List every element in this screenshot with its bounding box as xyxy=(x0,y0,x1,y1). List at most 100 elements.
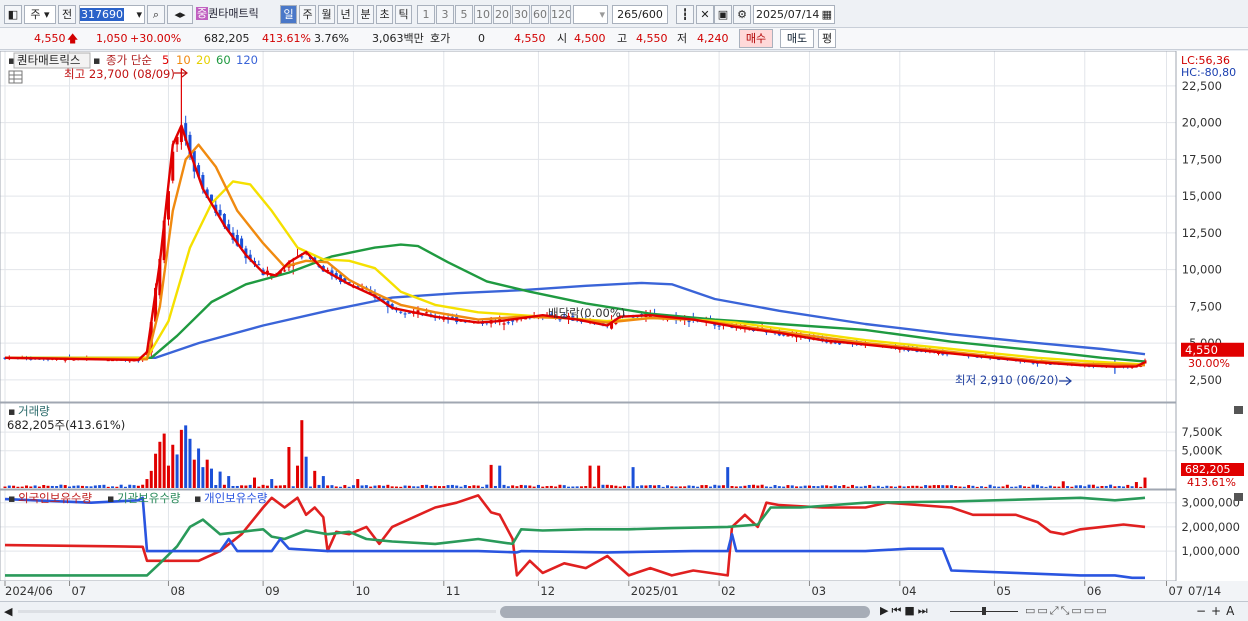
save-icon[interactable]: ▣ xyxy=(714,5,732,24)
volume-bar xyxy=(889,486,893,488)
volume-bar xyxy=(747,484,751,488)
volume-bar xyxy=(55,486,59,488)
scroll-track[interactable] xyxy=(18,610,496,613)
volume-bar xyxy=(68,486,72,488)
square-marker: ▪ xyxy=(93,54,100,67)
stock-code-input[interactable]: 317690 ▾ xyxy=(79,5,145,24)
current-price: 4,550 xyxy=(34,32,66,45)
candle-icon[interactable]: ┇ xyxy=(676,5,694,24)
interval-custom-select[interactable]: ▾ xyxy=(573,5,608,24)
period-tick-tab[interactable]: 틱 xyxy=(395,5,412,24)
volume-bar xyxy=(876,485,880,488)
period-week-tab[interactable]: 주 xyxy=(299,5,316,24)
average-button[interactable]: 평 xyxy=(818,29,836,48)
sell-button[interactable]: 매도 xyxy=(780,29,814,48)
window-menu-icon[interactable]: ◧ xyxy=(4,5,22,24)
interval-20[interactable]: 20 xyxy=(493,5,511,24)
scroll-thumb[interactable] xyxy=(500,606,870,618)
buy-button[interactable]: 매수 xyxy=(739,29,773,48)
x-tick-label: 11 xyxy=(446,584,461,598)
volume-bar xyxy=(579,486,583,488)
volume-bar xyxy=(980,486,984,488)
prev-button[interactable]: 전 xyxy=(58,5,76,24)
x-tick-label: 08 xyxy=(170,584,185,598)
scroll-left-icon[interactable]: ◀ xyxy=(4,605,12,618)
volume-bar xyxy=(1087,484,1091,488)
search-icon[interactable]: ⌕ xyxy=(147,5,165,24)
sound-icon[interactable]: ◂▸ xyxy=(167,5,193,24)
volume-bar xyxy=(313,470,317,488)
market-select[interactable]: 주 ▾ xyxy=(24,5,56,24)
x-tick-label: 03 xyxy=(811,584,826,598)
volume-bar xyxy=(721,485,725,488)
layout-tools-icon[interactable]: ▭▭⤢⤡▭▭▭ xyxy=(1025,604,1109,618)
gear-icon[interactable]: ⚙ xyxy=(733,5,751,24)
volume-bar xyxy=(584,486,588,488)
playback-controls-icon[interactable]: ▶⏮■⏭ xyxy=(880,604,931,618)
interval-60[interactable]: 60 xyxy=(531,5,549,24)
volume-bar xyxy=(364,485,368,488)
price-change-pct: +30.00% xyxy=(130,32,182,45)
stock-code-value: 317690 xyxy=(80,8,124,21)
zoom-slider-handle[interactable] xyxy=(982,607,986,615)
bar-count-input[interactable]: 265/600 xyxy=(612,5,668,24)
candle-body xyxy=(257,264,261,266)
holdings-tick-label: 2,000,000 xyxy=(1181,520,1240,534)
interval-120[interactable]: 120 xyxy=(550,5,571,24)
interval-1[interactable]: 1 xyxy=(417,5,435,24)
volume-bar xyxy=(218,471,222,488)
volume-bar xyxy=(1143,477,1147,488)
volume-bar xyxy=(696,486,700,488)
zoom-buttons-icon[interactable]: −+A xyxy=(1196,604,1239,618)
volume-bar xyxy=(265,485,269,488)
interval-10[interactable]: 10 xyxy=(474,5,492,24)
candle-body xyxy=(399,311,403,313)
period-month-tab[interactable]: 월 xyxy=(318,5,335,24)
volume-bar xyxy=(472,485,476,488)
volume-bar xyxy=(610,485,614,488)
period-minute-tab[interactable]: 분 xyxy=(357,5,374,24)
crosshair-icon[interactable]: ✕ xyxy=(696,5,714,24)
volume-bar xyxy=(407,485,411,488)
market-badge: 중 xyxy=(196,7,209,20)
volume-bar xyxy=(59,484,63,488)
price-tick-label: 2,500 xyxy=(1189,373,1222,387)
volume-bar xyxy=(558,484,562,488)
volume-bar xyxy=(321,476,325,488)
volume-bar xyxy=(1066,486,1070,488)
volume-bar xyxy=(420,485,424,488)
volume-bar xyxy=(476,485,480,488)
volume-bar xyxy=(373,485,377,488)
last-volume-pct: 413.61% xyxy=(1187,476,1236,489)
volume-bar xyxy=(752,484,756,488)
price-info-bar: 4,550 🡅 1,050 +30.00% 682,205 413.61% 3.… xyxy=(0,28,1248,50)
volume-bar xyxy=(554,486,558,488)
period-day-tab[interactable]: 일 xyxy=(280,5,297,24)
volume-bar xyxy=(1078,485,1082,488)
volume-bar xyxy=(205,459,209,488)
candle-body xyxy=(425,312,429,314)
interval-3[interactable]: 3 xyxy=(436,5,454,24)
period-year-tab[interactable]: 년 xyxy=(337,5,354,24)
calendar-icon[interactable]: ▦ xyxy=(822,6,834,23)
ma5-legend: 5 xyxy=(162,53,169,67)
code-dropdown-icon[interactable]: ▾ xyxy=(136,6,144,23)
volume-bar xyxy=(184,425,188,488)
volume-bar xyxy=(7,485,11,488)
candle-body xyxy=(506,322,510,324)
turnover-pct: 3.76% xyxy=(314,32,349,45)
date-input[interactable]: 2025/07/14 ▦ xyxy=(753,5,835,24)
volume-bar xyxy=(403,485,407,488)
volume-bar xyxy=(984,486,988,488)
volume-bar xyxy=(898,485,902,488)
table-icon[interactable] xyxy=(8,70,23,84)
volume-bar xyxy=(1134,482,1138,488)
interval-30[interactable]: 30 xyxy=(512,5,530,24)
volume-bar xyxy=(734,486,738,488)
volume-bar xyxy=(149,470,153,488)
period-second-tab[interactable]: 초 xyxy=(376,5,393,24)
volume-bar xyxy=(670,486,674,488)
pane-close-icon[interactable] xyxy=(1234,493,1243,501)
pane-close-icon[interactable] xyxy=(1234,406,1243,414)
interval-5[interactable]: 5 xyxy=(455,5,473,24)
